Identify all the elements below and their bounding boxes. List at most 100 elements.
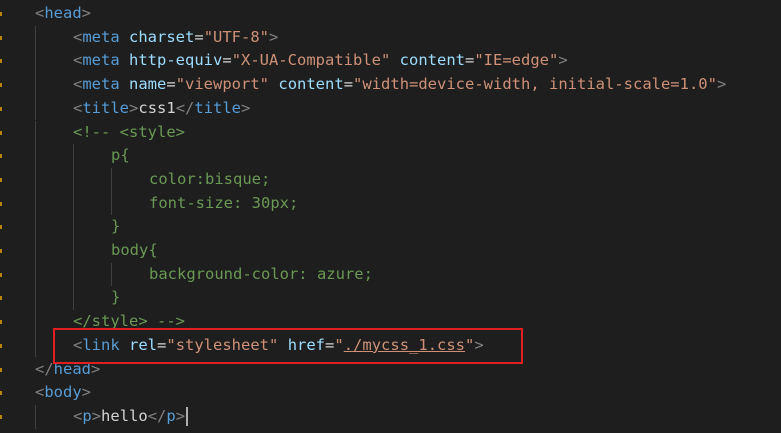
code-token: } — [111, 288, 121, 307]
highlight-annotation-box — [53, 328, 523, 364]
code-line[interactable]: body{ — [0, 239, 781, 263]
code-token: < — [73, 406, 83, 425]
code-text: <meta charset="UTF-8"> — [73, 26, 278, 50]
code-text: } — [111, 286, 120, 310]
code-line[interactable]: } — [0, 215, 781, 239]
code-line[interactable]: } — [0, 286, 781, 311]
code-token: < — [73, 27, 83, 46]
code-line[interactable]: <title>css1</title> — [0, 96, 781, 121]
code-text: <meta name="viewport" content="width=dev… — [73, 73, 726, 97]
code-line[interactable]: <body> — [0, 381, 781, 405]
code-line[interactable]: <meta name="viewport" content="width=dev… — [0, 73, 781, 97]
indent-guide — [111, 191, 112, 216]
code-token: "width=device-width, initial-scale=1.0" — [353, 75, 717, 94]
code-token: color:bisque; — [149, 169, 271, 188]
indent-guide — [35, 120, 36, 145]
code-token: http-equiv — [129, 51, 223, 70]
code-text: } — [111, 215, 120, 239]
code-text: body{ — [111, 239, 158, 263]
indent-guide — [35, 333, 36, 358]
indent-guide — [35, 167, 36, 192]
indent-guide — [73, 144, 74, 168]
code-token: charset — [129, 27, 195, 46]
code-token: css1 — [138, 98, 176, 117]
code-token: p — [82, 406, 92, 425]
code-token: background-color: azure; — [149, 264, 373, 283]
code-token: } — [111, 217, 121, 236]
indent-guide — [111, 167, 112, 192]
indent-guide — [73, 191, 74, 216]
code-line[interactable]: <head> — [0, 2, 781, 26]
code-text: <p>hello</p> — [73, 405, 185, 429]
code-token: name — [129, 75, 167, 94]
indent-guide — [73, 215, 74, 239]
indent-guide — [35, 73, 36, 97]
code-token: < — [73, 98, 83, 117]
code-token: < — [73, 75, 83, 94]
code-token: > — [91, 406, 102, 425]
code-token: meta — [82, 27, 120, 46]
indent-guide — [35, 239, 36, 263]
code-token: title — [82, 98, 130, 117]
code-text: <!-- <style> — [73, 121, 185, 145]
code-token: > — [716, 75, 727, 94]
code-text: <title>css1</title> — [73, 97, 250, 121]
code-token: </ — [35, 359, 54, 378]
code-token: body — [44, 383, 82, 402]
indent-guide — [73, 286, 74, 311]
code-token: > — [241, 98, 251, 117]
code-token: "UTF-8" — [203, 27, 270, 46]
code-token: < — [35, 383, 45, 402]
code-line[interactable]: p{ — [0, 144, 781, 168]
code-token: > — [81, 383, 92, 402]
code-token: > — [558, 51, 568, 70]
indent-guide — [73, 239, 74, 263]
code-line[interactable]: <!-- <style> — [0, 120, 781, 145]
code-line[interactable]: color:bisque; — [0, 167, 781, 192]
code-token: </ — [175, 98, 195, 117]
code-token: meta — [82, 75, 120, 94]
code-token: meta — [82, 51, 120, 70]
code-text: p{ — [111, 144, 130, 168]
code-text: color:bisque; — [149, 168, 270, 192]
text-cursor — [186, 406, 189, 426]
code-token: </ — [147, 406, 167, 425]
code-line[interactable]: <meta http-equiv="X-UA-Compatible" conte… — [0, 49, 781, 74]
code-token: head — [44, 4, 82, 22]
code-text: font-size: 30px; — [149, 192, 298, 216]
code-token: = — [166, 75, 176, 94]
code-token: content — [278, 75, 344, 94]
code-token: hello — [101, 406, 148, 425]
code-line[interactable]: <meta charset="UTF-8"> — [0, 25, 781, 50]
indent-guide — [35, 191, 36, 216]
code-token: title — [194, 98, 242, 117]
code-line[interactable]: font-size: 30px; — [0, 191, 781, 216]
code-line[interactable]: <p>hello</p> — [0, 404, 781, 429]
code-text: <meta http-equiv="X-UA-Compatible" conte… — [73, 49, 568, 73]
code-token: < — [35, 4, 45, 22]
code-line[interactable]: background-color: azure; — [0, 262, 781, 287]
code-token: <!-- <style> — [73, 122, 185, 141]
indent-guide — [73, 167, 74, 192]
indent-guide — [35, 262, 36, 287]
code-token: > — [269, 27, 279, 46]
code-token: content — [399, 51, 465, 70]
code-token: = — [343, 75, 354, 94]
indent-guide — [35, 25, 36, 50]
code-token: > — [81, 4, 92, 22]
indent-guide — [35, 310, 36, 334]
indent-guide — [35, 215, 36, 239]
code-token: = — [194, 27, 204, 46]
code-token: > — [175, 406, 186, 425]
code-token: > — [129, 98, 139, 117]
code-token: p — [166, 406, 176, 425]
code-editor[interactable]: <head> <meta charset="UTF-8"> <meta http-e… — [0, 0, 781, 433]
indent-guide — [35, 404, 36, 429]
indent-guide — [73, 262, 74, 287]
indent-guide — [111, 262, 112, 287]
code-token: font-size: 30px; — [149, 193, 299, 212]
